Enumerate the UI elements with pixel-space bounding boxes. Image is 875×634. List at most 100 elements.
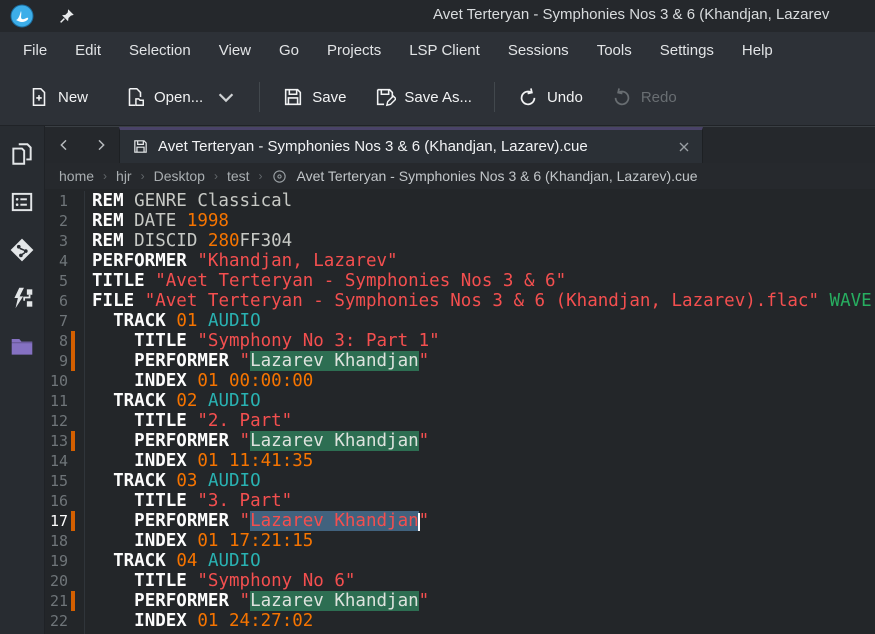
code-token: TITLE [134,331,187,351]
line-number: 5 [45,271,68,291]
sidebar-documents-button[interactable] [6,138,38,170]
menu-item-selection[interactable]: Selection [115,36,205,65]
code-token [187,331,198,351]
line-number: 22 [45,611,68,631]
code-token: "3. Part" [197,491,292,511]
code-token: TRACK [113,551,166,571]
code-token: REM [92,211,124,231]
pin-icon[interactable] [58,7,76,25]
line-code: INDEX 01 11:41:35 [84,451,875,471]
modified-line-marker [71,211,75,231]
breadcrumb-file[interactable]: Avet Terteryan - Symphonies Nos 3 & 6 (K… [293,166,702,186]
editor-line: 1REM GENRE Classical [45,191,875,211]
code-token: 03 [176,471,197,491]
forward-button[interactable] [82,127,119,163]
close-icon[interactable] [676,139,692,155]
modified-line-marker [71,431,75,451]
sidebar-symbols-list-button[interactable] [6,186,38,218]
code-token [92,571,134,591]
code-token [229,351,240,371]
line-code: PERFORMER "Lazarev Khandjan" [84,431,875,451]
code-token: INDEX [134,451,187,471]
editor-line: 3REM DISCID 280FF304 [45,231,875,251]
window-title: Avet Terteryan - Symphonies Nos 3 & 6 (K… [433,6,829,23]
menu-item-sessions[interactable]: Sessions [494,36,583,65]
line-number: 10 [45,371,68,391]
sidebar-project-folder-button[interactable] [6,330,38,362]
menu-item-tools[interactable]: Tools [583,36,646,65]
line-number: 12 [45,411,68,431]
breadcrumb-separator: › [213,169,219,183]
line-code: REM DISCID 280FF304 [84,231,875,251]
code-token [92,471,113,491]
line-number: 19 [45,551,68,571]
save-button[interactable]: Save [272,77,356,117]
code-token: FF304 [240,231,293,251]
code-token [187,411,198,431]
editor-line: 13 PERFORMER "Lazarev Khandjan" [45,431,875,451]
code-token [92,611,134,631]
menu-item-help[interactable]: Help [728,36,787,65]
editor-line: 7 TRACK 01 AUDIO [45,311,875,331]
line-number: 14 [45,451,68,471]
breadcrumb-segment-test[interactable]: test [221,166,256,186]
line-number: 15 [45,471,68,491]
lsp-client-icon [9,285,35,311]
menu-item-settings[interactable]: Settings [646,36,728,65]
code-token: 01 [176,311,197,331]
undo-button[interactable]: Undo [507,77,593,117]
editor-line: 8 TITLE "Symphony No 3: Part 1" [45,331,875,351]
text-editor[interactable]: 1REM GENRE Classical2REM DATE 19983REM D… [45,189,875,634]
modified-line-marker [71,411,75,431]
line-number: 7 [45,311,68,331]
selected-text: Lazarev Khandjan [250,511,419,531]
modified-line-marker [71,531,75,551]
code-token [187,611,198,631]
sidebar-git-button[interactable] [6,234,38,266]
code-token [187,571,198,591]
code-token: " [240,351,251,371]
code-token [92,331,134,351]
menu-item-view[interactable]: View [205,36,265,65]
menu-item-file[interactable]: File [9,36,61,65]
code-token: " [240,511,251,531]
editor-line: 2REM DATE 1998 [45,211,875,231]
redo-button[interactable]: Redo [601,77,687,117]
menu-item-lsp-client[interactable]: LSP Client [395,36,494,65]
code-token: TRACK [113,311,166,331]
sidebar-lsp-client-button[interactable] [6,282,38,314]
line-code: FILE "Avet Terteryan - Symphonies Nos 3 … [84,291,875,311]
code-token [92,511,134,531]
breadcrumb-separator: › [140,169,146,183]
code-token [92,431,134,451]
line-code: TITLE "Symphony No 3: Part 1" [84,331,875,351]
line-number: 8 [45,331,68,351]
code-token: DATE [124,211,187,231]
kate-window: Avet Terteryan - Symphonies Nos 3 & 6 (K… [0,0,875,634]
back-button[interactable] [45,127,82,163]
open-button[interactable]: Open... [114,77,247,117]
breadcrumb-segment-home[interactable]: home [53,166,100,186]
line-number: 11 [45,391,68,411]
code-token: "Symphony No 6" [197,571,355,591]
line-code: TITLE "3. Part" [84,491,875,511]
new-button[interactable]: New [18,77,98,117]
code-token: GENRE Classical [124,191,293,211]
document-tab[interactable]: Avet Terteryan - Symphonies Nos 3 & 6 (K… [119,127,703,163]
menu-item-projects[interactable]: Projects [313,36,395,65]
editor-line: 15 TRACK 03 AUDIO [45,471,875,491]
chevron-down-icon[interactable] [215,86,237,108]
save-as-button[interactable]: Save As... [364,77,482,117]
menu-item-go[interactable]: Go [265,36,313,65]
toolbar-separator [494,82,495,112]
breadcrumb-segment-desktop[interactable]: Desktop [148,166,211,186]
modified-line-marker [71,571,75,591]
line-code: PERFORMER "Lazarev Khandjan" [84,591,875,611]
code-token: PERFORMER [134,351,229,371]
code-token [197,391,208,411]
line-code: TRACK 02 AUDIO [84,391,875,411]
modified-line-marker [71,191,75,211]
menu-item-edit[interactable]: Edit [61,36,115,65]
breadcrumb-segment-hjr[interactable]: hjr [110,166,138,186]
code-token: "Symphony No 3: Part 1" [197,331,439,351]
